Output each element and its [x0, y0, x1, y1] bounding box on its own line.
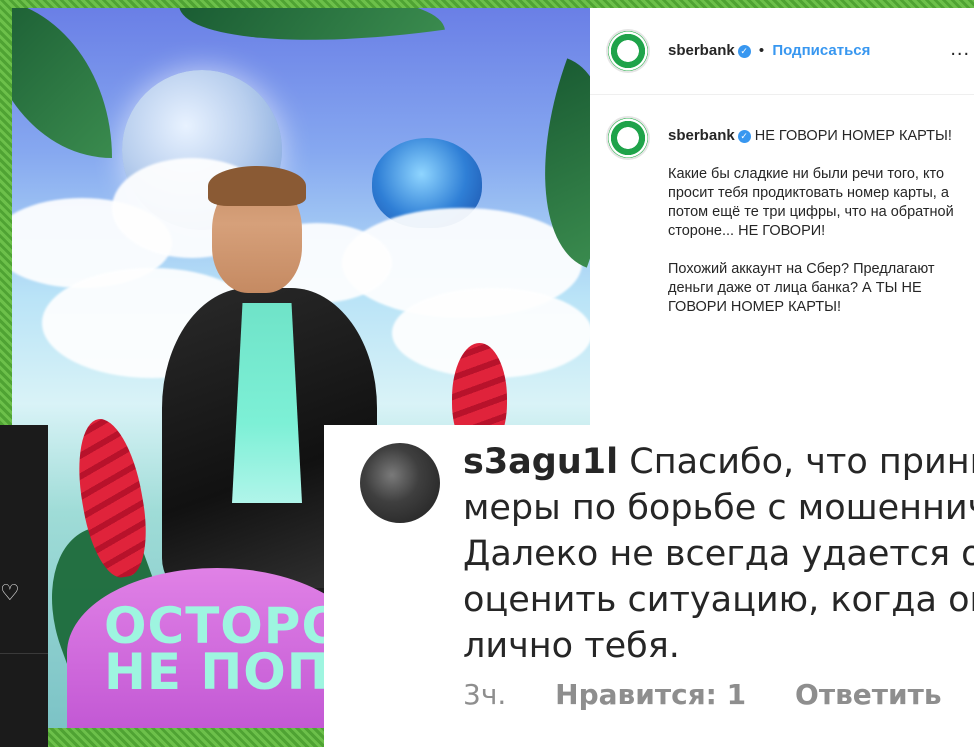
header-separator: •: [758, 42, 765, 59]
caption-username[interactable]: sberbank: [668, 127, 735, 144]
comment-text: s3agu1l Спасибо, что прини меры по борьб…: [463, 439, 974, 669]
commenter-avatar[interactable]: [360, 443, 440, 523]
post-header: sberbank ✓ • Подписаться ...: [590, 8, 974, 95]
comment-line-3: Далеко не всегда удается об: [463, 534, 974, 574]
post-caption: sberbank ✓ НЕ ГОВОРИ НОМЕР КАРТЫ! Какие б…: [668, 126, 968, 336]
palm-leaf-graphic: [12, 8, 112, 158]
caption-paragraph-1: Какие бы сладкие ни были речи того, кто …: [668, 166, 954, 239]
more-options-icon[interactable]: ...: [950, 38, 970, 61]
comment-likes[interactable]: Нравится: 1: [555, 678, 746, 711]
post-header-line: sberbank ✓ • Подписаться: [668, 42, 870, 59]
palm-leaf-graphic: [179, 8, 445, 66]
caption-headline: НЕ ГОВОРИ НОМЕР КАРТЫ!: [754, 128, 952, 144]
commenter-username[interactable]: s3agu1l: [463, 442, 618, 482]
comment-meta: 3ч. Нравится: 1 Ответить: [463, 678, 974, 711]
header-username[interactable]: sberbank: [668, 42, 735, 59]
reply-button[interactable]: Ответить: [795, 678, 942, 711]
instagram-post-panel: sberbank ✓ • Подписаться ... sberbank ✓ НЕ…: [590, 8, 974, 428]
heart-icon[interactable]: ♡: [0, 580, 20, 606]
comment-time: 3ч.: [463, 678, 507, 711]
comment-line-5: лично тебя.: [463, 626, 680, 666]
verified-icon: ✓: [737, 44, 751, 58]
comment-line-2: меры по борьбе с мошеннич: [463, 488, 974, 528]
sberbank-avatar[interactable]: [608, 31, 648, 71]
follow-button[interactable]: Подписаться: [772, 42, 870, 59]
caption-paragraph-2: Похожий аккаунт на Сбер? Предлагают день…: [668, 261, 935, 315]
verified-icon: ✓: [737, 129, 751, 143]
caption-avatar[interactable]: [608, 118, 648, 158]
divider: [0, 653, 48, 654]
comment-line-4: оценить ситуацию, когда он: [463, 580, 974, 620]
comment-line-1: Спасибо, что прини: [629, 442, 974, 482]
dark-card-fragment: ♡: [0, 425, 48, 747]
comment-card: s3agu1l Спасибо, что прини меры по борьб…: [324, 425, 974, 747]
